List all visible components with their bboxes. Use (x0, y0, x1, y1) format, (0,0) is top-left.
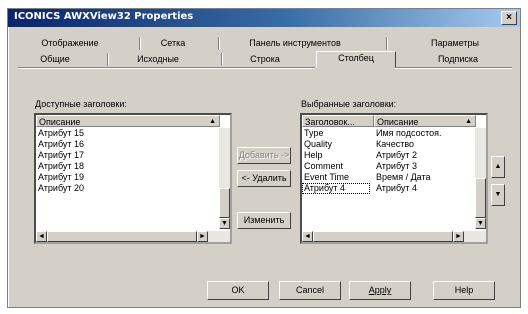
tab-source[interactable]: Исходные (118, 53, 198, 66)
close-button[interactable]: × (501, 11, 517, 25)
selected-headers-list[interactable]: Заголовок... Описание ▲ Type Имя подсост… (300, 113, 488, 244)
selected-vertical-scrollbar[interactable]: ▼ (475, 128, 486, 229)
table-row-title[interactable]: Comment (302, 161, 374, 172)
list-item[interactable]: Атрибут 15 (36, 128, 84, 139)
tab-toolbar[interactable]: Панель инструментов (230, 37, 360, 50)
tab-baseline (18, 67, 315, 68)
available-vertical-scrollbar[interactable]: ▼ (219, 128, 230, 229)
table-row-description[interactable]: Имя подсостоя. (374, 128, 441, 139)
tab-row[interactable]: Строка (230, 53, 300, 66)
tab-general[interactable]: Общие (20, 53, 90, 66)
tab-divider (221, 53, 222, 66)
table-row-title[interactable]: Атрибут 4 (302, 183, 370, 194)
scroll-down-icon[interactable]: ▼ (219, 218, 230, 229)
tab-parameters[interactable]: Параметры (400, 37, 510, 50)
move-up-button[interactable]: ▲ (491, 156, 505, 178)
tab-divider (218, 37, 219, 50)
available-horizontal-scrollbar[interactable]: ◄ ► (36, 231, 230, 242)
selected-header-description[interactable]: Описание ▲ (374, 115, 476, 127)
table-row-title[interactable]: Help (302, 150, 374, 161)
help-button[interactable]: Help (433, 281, 495, 300)
table-row-title[interactable]: Type (302, 128, 374, 139)
selected-header-title[interactable]: Заголовок... (302, 115, 374, 127)
tab-subscription[interactable]: Подписка (408, 53, 508, 66)
list-item[interactable]: Атрибут 20 (36, 183, 84, 194)
sort-arrow-icon: ▲ (209, 118, 216, 125)
table-row-description[interactable]: Качество (374, 139, 414, 150)
tab-divider (139, 37, 140, 50)
apply-button[interactable]: Apply (349, 281, 411, 300)
tab-grid[interactable]: Сетка (148, 37, 198, 50)
window-title: ICONICS AWXView32 Properties (14, 11, 194, 22)
table-row-title[interactable]: Quality (302, 139, 374, 150)
list-item[interactable]: Атрибут 16 (36, 139, 84, 150)
selected-headers-label: Выбранные заголовки: (301, 99, 397, 109)
available-header-label: Описание (39, 117, 81, 127)
scroll-thumb[interactable] (47, 231, 197, 242)
scroll-thumb[interactable] (313, 231, 453, 242)
table-row-description[interactable]: Атрибут 4 (374, 183, 417, 194)
remove-button[interactable]: <- Удалить (237, 170, 291, 187)
available-headers-label: Доступные заголовки: (35, 99, 127, 109)
tab-baseline (395, 67, 512, 68)
list-item[interactable]: Атрибут 18 (36, 161, 84, 172)
table-row-description[interactable]: Время / Дата (374, 172, 431, 183)
scroll-thumb[interactable] (219, 188, 230, 218)
scroll-left-icon[interactable]: ◄ (302, 231, 313, 242)
scroll-thumb[interactable] (475, 178, 486, 218)
cancel-button[interactable]: Cancel (279, 281, 341, 300)
tab-divider (107, 53, 108, 66)
down-arrow-icon: ▼ (494, 191, 502, 198)
properties-dialog: ICONICS AWXView32 Properties × Отображен… (7, 8, 521, 308)
sort-arrow-icon: ▲ (465, 118, 472, 125)
change-button[interactable]: Изменить (237, 212, 291, 229)
tab-column[interactable]: Столбец (316, 51, 396, 67)
list-item[interactable]: Атрибут 19 (36, 172, 84, 183)
move-down-button[interactable]: ▼ (491, 184, 505, 206)
tab-divider (386, 37, 387, 50)
up-arrow-icon: ▲ (494, 163, 502, 170)
table-row-description[interactable]: Атрибут 2 (374, 150, 417, 161)
table-row-description[interactable]: Атрибут 3 (374, 161, 417, 172)
available-headers-list[interactable]: Описание ▲ Атрибут 15 Атрибут 16 Атрибут… (34, 113, 232, 244)
selected-horizontal-scrollbar[interactable]: ◄ ► (302, 231, 486, 242)
ok-button[interactable]: OK (207, 281, 269, 300)
tab-display[interactable]: Отображение (20, 37, 120, 50)
add-button[interactable]: Добавить -> (237, 147, 291, 164)
title-bar[interactable]: ICONICS AWXView32 Properties × (8, 9, 520, 27)
list-item[interactable]: Атрибут 17 (36, 150, 84, 161)
table-row-title[interactable]: Event Time (302, 172, 374, 183)
scroll-left-icon[interactable]: ◄ (36, 231, 47, 242)
scroll-down-icon[interactable]: ▼ (475, 218, 486, 229)
scroll-right-icon[interactable]: ► (453, 231, 464, 242)
available-header-description[interactable]: Описание ▲ (36, 115, 220, 127)
scroll-right-icon[interactable]: ► (197, 231, 208, 242)
selected-header-label: Описание (377, 117, 419, 127)
